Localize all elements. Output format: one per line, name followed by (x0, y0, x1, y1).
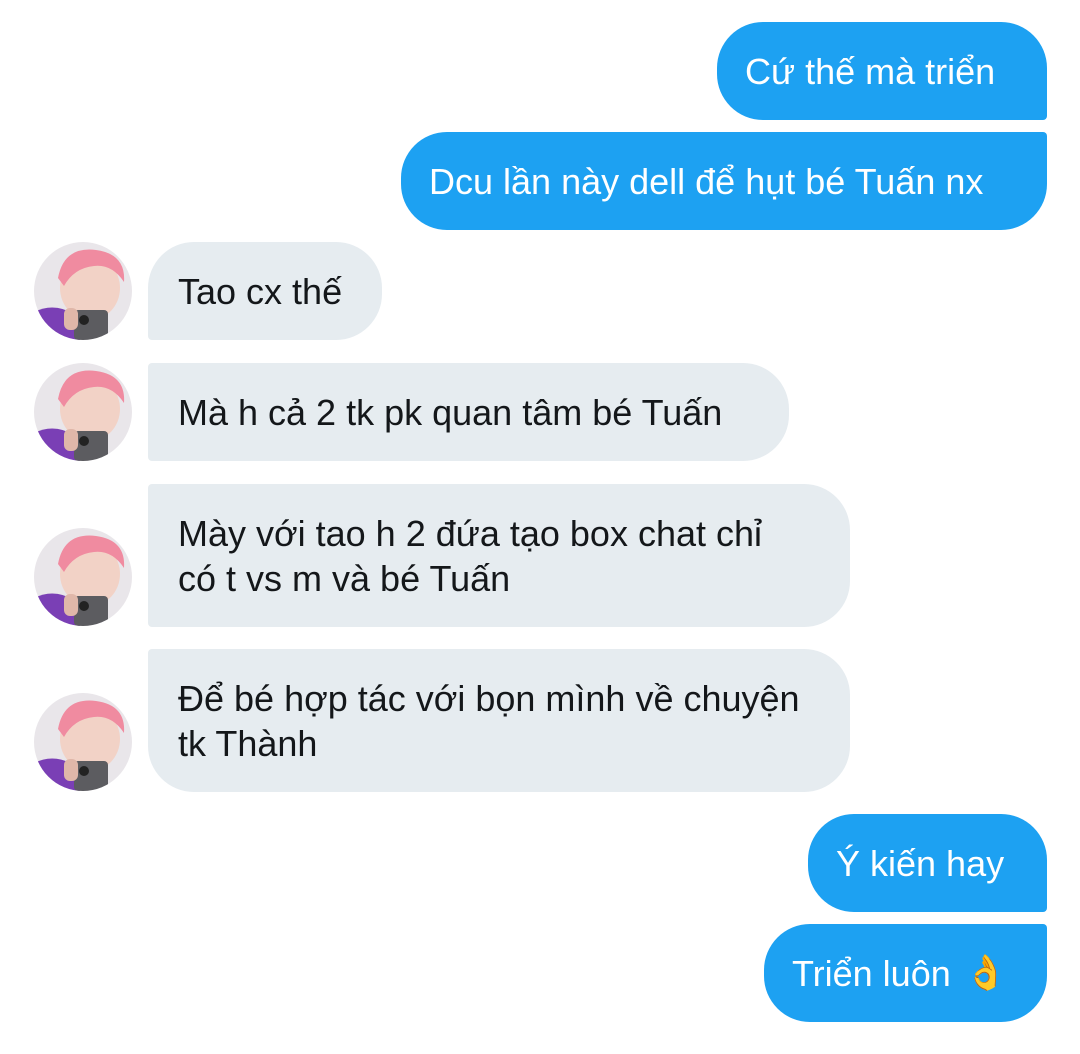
ok-hand-emoji: 👌 (964, 953, 1008, 992)
message-text: Triển luôn (792, 952, 951, 994)
contact-avatar[interactable] (34, 363, 132, 461)
avatar-image (34, 528, 132, 626)
message-bubble-outgoing[interactable]: Triển luôn 👌 (764, 924, 1047, 1022)
contact-avatar[interactable] (34, 528, 132, 626)
message-bubble-incoming[interactable]: Tao cx thế (148, 242, 382, 340)
message-text: Ý kiến hay (836, 842, 1005, 884)
contact-avatar[interactable] (34, 242, 132, 340)
message-bubble-outgoing[interactable]: Cứ thế mà triển (717, 22, 1047, 120)
message-text: Mà h cả 2 tk pk quan tâm bé Tuấn (178, 391, 723, 433)
message-text: Mày với tao h 2 đứa tạo box chat chỉ có … (178, 512, 763, 599)
message-text: Tao cx thế (178, 270, 343, 312)
message-text: Cứ thế mà triển (745, 50, 996, 92)
message-bubble-incoming[interactable]: Mày với tao h 2 đứa tạo box chat chỉ có … (148, 484, 850, 627)
message-bubble-outgoing[interactable]: Dcu lần này dell để hụt bé Tuấn nx (401, 132, 1047, 230)
message-bubble-incoming[interactable]: Mà h cả 2 tk pk quan tâm bé Tuấn (148, 363, 789, 461)
message-bubble-incoming[interactable]: Để bé hợp tác với bọn mình về chuyện tk … (148, 649, 850, 792)
message-bubble-outgoing[interactable]: Ý kiến hay (808, 814, 1047, 912)
avatar-image (34, 242, 132, 340)
message-text: Để bé hợp tác với bọn mình về chuyện tk … (178, 677, 800, 764)
contact-avatar[interactable] (34, 693, 132, 791)
avatar-image (34, 363, 132, 461)
avatar-image (34, 693, 132, 791)
message-text: Dcu lần này dell để hụt bé Tuấn nx (429, 160, 984, 202)
